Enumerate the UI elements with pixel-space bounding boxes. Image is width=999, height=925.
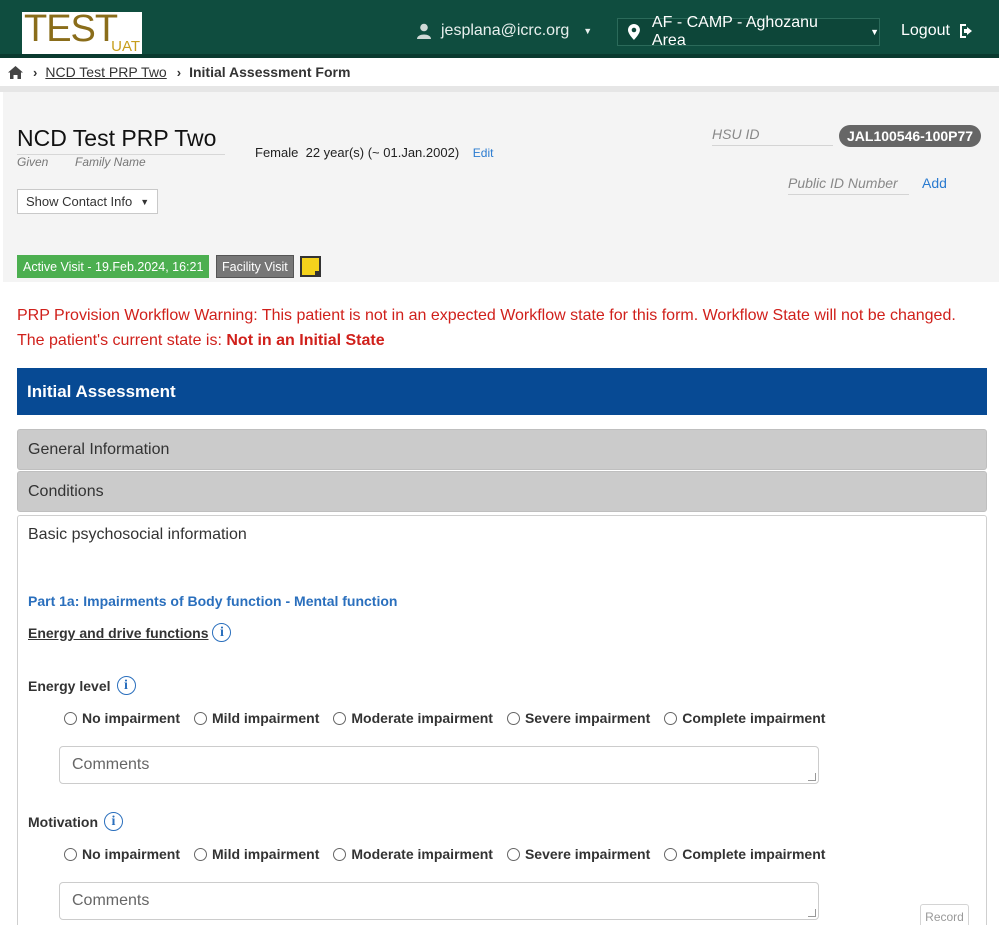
radio-mild-impairment[interactable]: Mild impairment — [194, 846, 319, 862]
public-id-label: Public ID Number — [788, 175, 909, 195]
radio-circle[interactable] — [664, 711, 678, 725]
patient-age: 22 year(s) (~ 01.Jan.2002) — [305, 145, 460, 160]
radio-label: Severe impairment — [524, 846, 651, 862]
show-contact-info-button[interactable]: Show Contact Info ▼ — [17, 189, 158, 214]
sticky-note-icon[interactable] — [300, 256, 321, 277]
home-icon[interactable] — [8, 65, 23, 79]
info-icon[interactable]: i — [104, 812, 123, 831]
comments-placeholder: Comments — [72, 756, 150, 773]
accordion-basic-psychosocial[interactable]: Basic psychosocial information — [17, 515, 987, 555]
info-icon[interactable]: i — [116, 676, 136, 695]
location-label: AF - CAMP - Aghozanu Area — [651, 14, 818, 49]
radio-label: Complete impairment — [682, 710, 826, 726]
caret-down-icon: ▼ — [140, 196, 150, 207]
radio-complete-impairment[interactable]: Complete impairment — [664, 710, 825, 726]
radio-circle[interactable] — [333, 711, 347, 725]
question-label: Energy level — [28, 677, 111, 694]
radio-label: Mild impairment — [212, 710, 320, 726]
radio-circle[interactable] — [194, 711, 208, 725]
sign-out-icon — [959, 24, 972, 38]
radio-severe-impairment[interactable]: Severe impairment — [506, 846, 651, 862]
contact-button-label: Show Contact Info — [26, 194, 133, 209]
resize-handle-icon[interactable] — [808, 773, 816, 781]
logout-button[interactable]: Logout — [901, 22, 976, 40]
patient-gender: Female — [255, 145, 299, 160]
question-label: Motivation — [28, 813, 98, 830]
comments-textarea[interactable]: Comments — [59, 746, 819, 784]
comments-textarea[interactable]: Comments — [59, 882, 819, 920]
chevron-right-icon: › — [176, 64, 182, 80]
radio-circle[interactable] — [664, 847, 678, 861]
chevron-right-icon: › — [33, 64, 38, 80]
radio-moderate-impairment[interactable]: Moderate impairment — [333, 710, 493, 726]
radio-moderate-impairment[interactable]: Moderate impairment — [333, 846, 493, 862]
accordion-general-information[interactable]: General Information — [17, 429, 987, 470]
active-visit-badge[interactable]: Active Visit - 19.Feb.2024, 16:21 — [17, 255, 210, 278]
radio-label: No impairment — [82, 846, 181, 862]
radio-no-impairment[interactable]: No impairment — [64, 710, 180, 726]
radio-circle[interactable] — [333, 847, 347, 861]
logo-text: TEST — [24, 8, 118, 50]
app-logo[interactable]: TEST UAT — [22, 8, 142, 55]
warning-state-prefix: The patient's current state is: — [17, 332, 227, 349]
given-label: Given — [17, 155, 49, 169]
logout-label: Logout — [901, 22, 950, 39]
radio-label: No impairment — [82, 710, 181, 726]
subsection-label: Energy and drive functions — [28, 624, 209, 641]
radio-label: Moderate impairment — [351, 846, 493, 862]
resize-handle-icon[interactable] — [808, 909, 816, 917]
edit-link[interactable]: Edit — [473, 146, 494, 160]
warning-state-line: The patient's current state is: Not in a… — [17, 328, 977, 353]
subsection-title: Energy and drive functions i — [28, 623, 232, 642]
radio-circle[interactable] — [194, 847, 208, 861]
radio-complete-impairment[interactable]: Complete impairment — [664, 846, 825, 862]
hsu-id-label: HSU ID — [712, 126, 833, 146]
radio-mild-impairment[interactable]: Mild impairment — [194, 710, 319, 726]
breadcrumb-current: Initial Assessment Form — [189, 64, 351, 80]
radio-label: Moderate impairment — [351, 710, 493, 726]
facility-visit-badge[interactable]: Facility Visit — [216, 255, 294, 278]
patient-demographics: Female 22 year(s) (~ 01.Jan.2002) Edit — [255, 145, 493, 160]
radio-label: Complete impairment — [682, 846, 826, 862]
workflow-state: Not in an Initial State — [226, 332, 385, 349]
radio-severe-impairment[interactable]: Severe impairment — [506, 710, 651, 726]
part-title: Part 1a: Impairments of Body function - … — [28, 593, 398, 609]
breadcrumb-link-patient[interactable]: NCD Test PRP Two — [45, 64, 166, 80]
logo-subtext: UAT — [111, 38, 140, 55]
top-navbar: TEST UAT jesplana@icrc.org ▼ AF - CAMP -… — [0, 0, 999, 58]
map-marker-icon — [628, 24, 640, 40]
radio-circle[interactable] — [64, 711, 77, 725]
user-menu[interactable]: jesplana@icrc.org ▼ — [417, 22, 592, 40]
info-icon[interactable]: i — [212, 623, 232, 642]
workflow-warning: PRP Provision Workflow Warning: This pat… — [17, 303, 977, 353]
radio-label: Severe impairment — [524, 710, 651, 726]
form-title: Initial Assessment — [17, 368, 987, 415]
chevron-down-icon: ▼ — [583, 26, 593, 36]
radio-no-impairment[interactable]: No impairment — [64, 846, 180, 862]
motivation-options: No impairment Mild impairment Moderate i… — [64, 846, 839, 862]
record-button[interactable]: Record — [920, 904, 969, 925]
patient-name: NCD Test PRP Two — [17, 125, 225, 155]
question-motivation: Motivation i — [28, 812, 123, 831]
chevron-down-icon: ▼ — [870, 27, 879, 37]
user-icon — [417, 23, 431, 39]
comments-placeholder: Comments — [72, 892, 150, 909]
radio-label: Mild impairment — [212, 846, 320, 862]
patient-header: NCD Test PRP Two Given Family Name Femal… — [3, 92, 999, 282]
user-email: jesplana@icrc.org — [441, 22, 570, 39]
location-selector[interactable]: AF - CAMP - Aghozanu Area ▼ — [617, 14, 880, 49]
breadcrumb: › NCD Test PRP Two › Initial Assessment … — [0, 58, 999, 86]
public-id-add-link[interactable]: Add — [922, 175, 947, 191]
radio-circle[interactable] — [64, 847, 77, 861]
question-energy-level: Energy level i — [28, 676, 136, 695]
warning-text: PRP Provision Workflow Warning: This pat… — [17, 307, 956, 324]
energy-level-options: No impairment Mild impairment Moderate i… — [64, 710, 839, 726]
accordion-panel — [17, 554, 987, 925]
hsu-id-badge: JAL100546-100P77 — [839, 125, 982, 147]
radio-circle[interactable] — [506, 847, 520, 861]
family-name-label: Family Name — [75, 155, 146, 169]
accordion-conditions[interactable]: Conditions — [17, 471, 987, 512]
radio-circle[interactable] — [506, 711, 520, 725]
